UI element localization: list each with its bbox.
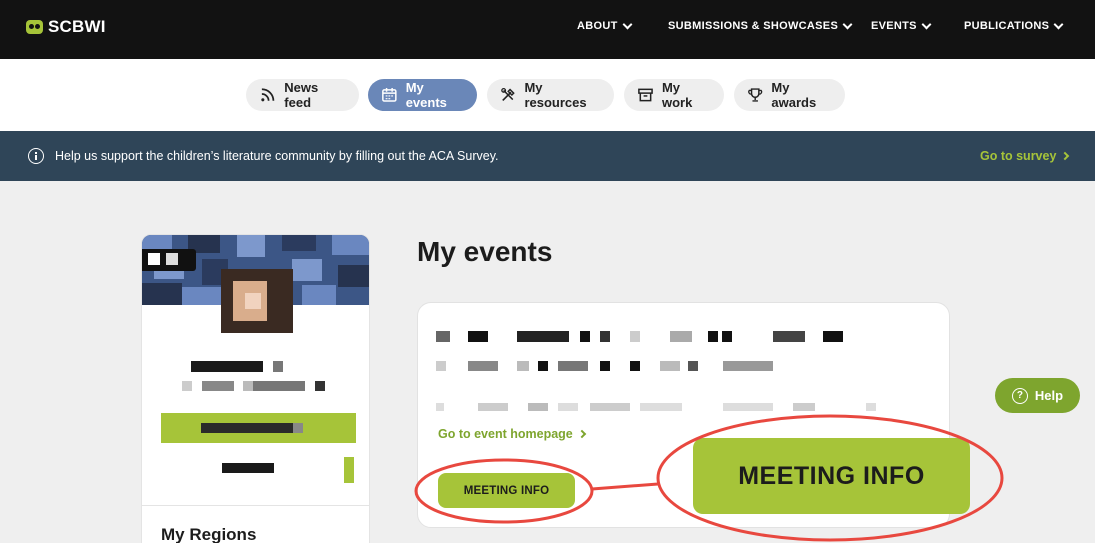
chevron-down-icon: [622, 19, 633, 29]
profile-card: My Regions: [141, 234, 370, 543]
event-date-redacted: [436, 361, 446, 371]
redacted-block: [517, 361, 529, 371]
scbwi-logo[interactable]: SCBWI: [26, 17, 106, 37]
redacted-block: [708, 331, 718, 342]
redacted-block: [315, 381, 325, 391]
redacted-block: [600, 361, 610, 371]
tab-my-resources[interactable]: My resources: [487, 79, 614, 111]
redacted-block: [538, 361, 548, 371]
redacted-block: [688, 361, 698, 371]
trophy-icon: [748, 88, 763, 102]
nav-label: ABOUT: [577, 20, 618, 32]
event-link-label: Go to event homepage: [438, 427, 573, 441]
redacted-block: [273, 361, 283, 372]
redacted-block: [344, 457, 354, 483]
nav-label: EVENTS: [871, 20, 917, 32]
nav-item-about[interactable]: ABOUT: [577, 19, 633, 32]
redacted-block: [630, 361, 640, 371]
redacted-block: [182, 381, 192, 391]
dashboard-tabs: News feed My events My resources My work…: [0, 59, 1095, 131]
redacted-block: [722, 331, 732, 342]
redacted-block: [723, 403, 773, 411]
chevron-down-icon: [921, 19, 932, 29]
redacted-block: [558, 403, 578, 411]
card-divider: [142, 505, 369, 506]
owl-logo-icon: [26, 20, 43, 34]
archive-icon: [638, 88, 653, 102]
question-icon: ?: [1011, 387, 1028, 404]
redacted-block: [528, 403, 548, 411]
tab-label: My resources: [524, 80, 587, 110]
chevron-down-icon: [842, 19, 853, 29]
redacted-block: [517, 331, 569, 342]
redacted-block: [166, 253, 178, 265]
go-to-survey-link[interactable]: Go to survey: [980, 149, 1070, 163]
redacted-block: [253, 381, 305, 391]
tab-label: My awards: [771, 80, 817, 110]
redacted-block: [590, 403, 630, 411]
nav-item-events[interactable]: EVENTS: [871, 19, 932, 32]
tab-my-events[interactable]: My events: [368, 79, 477, 111]
top-nav: SCBWI ABOUT SUBMISSIONS & SHOWCASES EVEN…: [0, 0, 1095, 59]
avatar-highlight: [245, 293, 261, 309]
tab-label: My events: [405, 80, 447, 110]
event-location-redacted: [436, 403, 444, 411]
redacted-block: [630, 331, 640, 342]
tab-label: News feed: [284, 80, 319, 110]
survey-link-label: Go to survey: [980, 149, 1057, 163]
calendar-icon: [382, 88, 397, 102]
survey-banner: Help us support the children’s literatur…: [0, 131, 1095, 181]
tab-my-work[interactable]: My work: [624, 79, 724, 111]
redacted-block: [866, 403, 876, 411]
chevron-right-icon: [577, 429, 586, 439]
info-icon: [28, 148, 44, 164]
redacted-block: [148, 253, 160, 265]
help-label: Help: [1034, 388, 1064, 403]
profile-name-redacted: [191, 361, 263, 372]
redacted-block: [793, 403, 815, 411]
redacted-block: [670, 331, 692, 342]
redacted-block: [558, 361, 588, 371]
redacted-block: [773, 331, 805, 342]
banner-text: Help us support the children’s literatur…: [55, 149, 499, 163]
event-title-redacted: [436, 331, 450, 342]
redacted-block: [580, 331, 590, 342]
tab-label: My work: [661, 80, 693, 110]
redacted-block: [723, 361, 773, 371]
nav-item-submissions[interactable]: SUBMISSIONS & SHOWCASES: [668, 19, 853, 32]
meeting-info-button-zoomed[interactable]: MEETING INFO: [693, 438, 970, 514]
nav-item-publications[interactable]: PUBLICATIONS: [964, 19, 1064, 32]
page-title: My events: [417, 236, 553, 267]
chevron-right-icon: [1061, 151, 1070, 161]
redacted-block: [468, 361, 498, 371]
redacted-block: [293, 423, 303, 433]
redacted-block: [468, 331, 488, 342]
help-button[interactable]: ? Help: [995, 378, 1080, 413]
nav-label: SUBMISSIONS & SHOWCASES: [668, 20, 839, 32]
my-regions-heading: My Regions: [161, 525, 257, 543]
redacted-block: [600, 331, 610, 342]
redacted-block: [640, 403, 682, 411]
redacted-block: [201, 423, 293, 433]
redacted-block: [823, 331, 843, 342]
tools-icon: [501, 87, 515, 102]
go-to-event-homepage-link[interactable]: Go to event homepage: [438, 427, 586, 441]
redacted-block: [202, 381, 234, 391]
meeting-info-button[interactable]: MEETING INFO: [438, 473, 575, 508]
redacted-block: [660, 361, 680, 371]
tab-my-awards[interactable]: My awards: [734, 79, 845, 111]
redacted-block: [478, 403, 508, 411]
rss-icon: [261, 88, 275, 102]
logo-text: SCBWI: [48, 17, 106, 36]
redacted-block: [222, 463, 274, 473]
nav-label: PUBLICATIONS: [964, 20, 1050, 32]
tab-news-feed[interactable]: News feed: [246, 79, 359, 111]
chevron-down-icon: [1053, 19, 1064, 29]
